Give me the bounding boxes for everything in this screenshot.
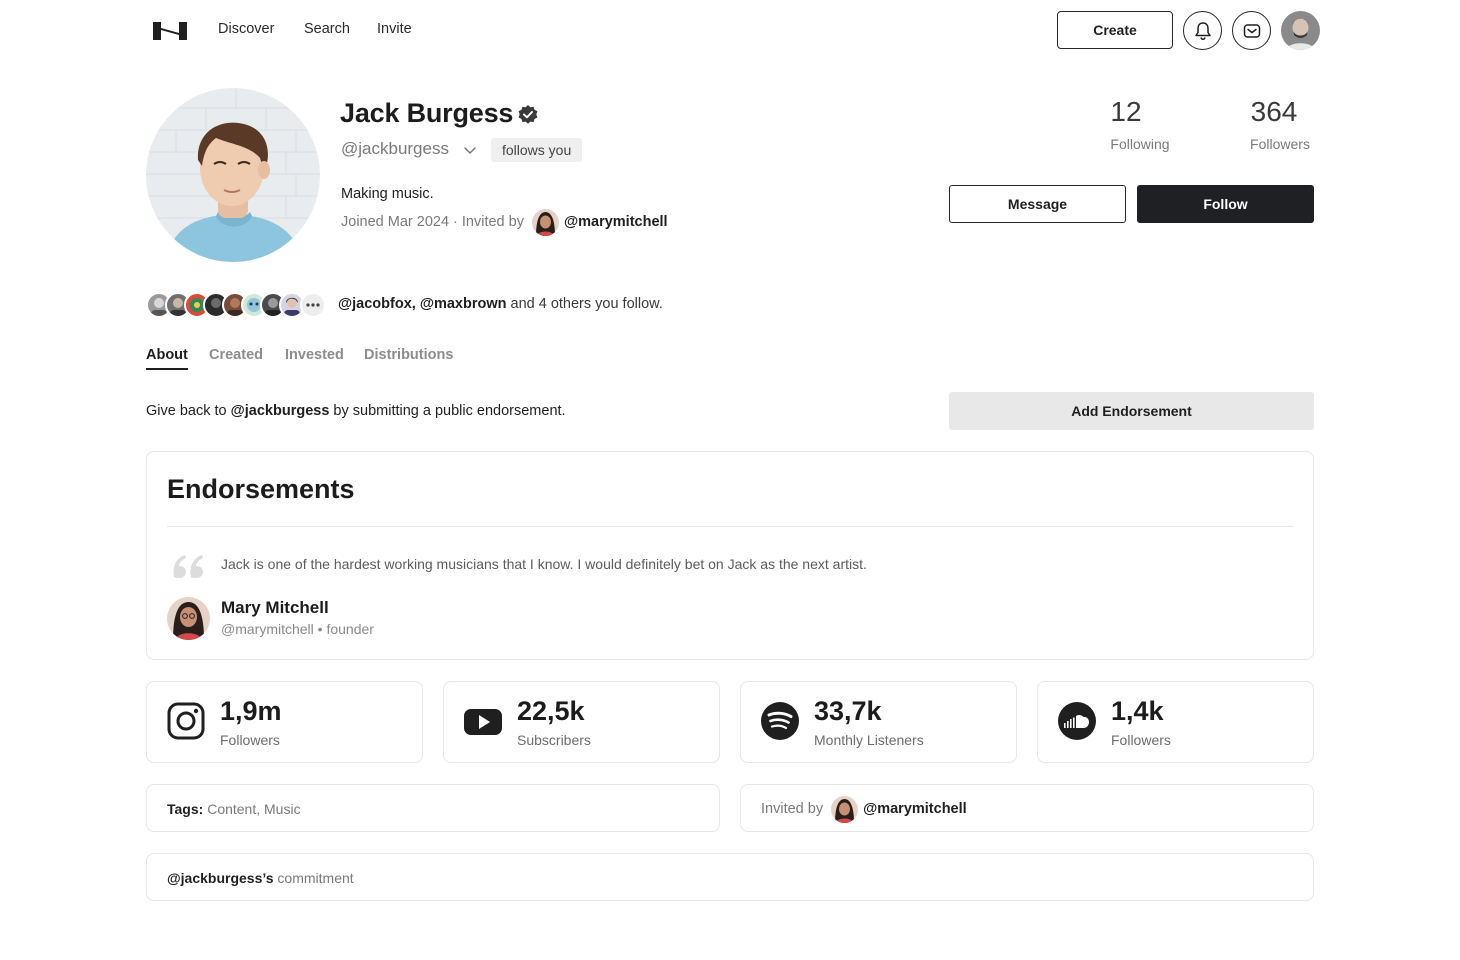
tab-distributions[interactable]: Distributions xyxy=(364,347,453,363)
follow-button[interactable]: Follow xyxy=(1137,185,1314,223)
following-label[interactable]: Following xyxy=(1098,136,1182,152)
giveback-handle[interactable]: @jackburgess xyxy=(231,403,330,419)
tab-about[interactable]: About xyxy=(146,347,188,363)
inviter-handle[interactable]: @marymitchell xyxy=(564,214,668,230)
soundcloud-stat-card[interactable]: 1,4k Followers xyxy=(1037,681,1314,763)
endorsements-title: Endorsements xyxy=(167,474,355,504)
youtube-icon xyxy=(464,709,502,735)
giveback-prefix: Give back to xyxy=(146,403,231,419)
soundcloud-icon xyxy=(1058,702,1096,740)
instagram-icon xyxy=(167,702,205,740)
create-button[interactable]: Create xyxy=(1057,11,1173,49)
youtube-stat-card[interactable]: 22,5k Subscribers xyxy=(443,681,720,763)
messages-button[interactable] xyxy=(1232,11,1271,50)
endorser-handle[interactable]: @marymitchell xyxy=(221,621,314,637)
giveback-suffix: by submitting a public endorsement. xyxy=(329,403,566,419)
endorsements-card: Endorsements Jack is one of the hardest … xyxy=(146,451,1314,660)
profile-photo xyxy=(146,88,320,262)
profile-name: Jack Burgess xyxy=(340,98,514,128)
active-tab-indicator xyxy=(146,368,188,370)
nav-invite[interactable]: Invite xyxy=(377,21,412,37)
tab-invested[interactable]: Invested xyxy=(285,347,344,363)
instagram-stat-card[interactable]: 1,9m Followers xyxy=(146,681,423,763)
follows-you-badge: follows you xyxy=(491,138,583,162)
tags-label: Tags: xyxy=(167,801,204,817)
nav-search[interactable]: Search xyxy=(304,21,350,37)
message-button[interactable]: Message xyxy=(949,185,1126,223)
endorser-avatar[interactable] xyxy=(167,597,210,640)
spotify-icon xyxy=(761,702,799,740)
top-nav: Discover Search Invite Create xyxy=(0,0,1460,62)
followers-count[interactable]: 364 xyxy=(1240,96,1308,128)
notifications-button[interactable] xyxy=(1183,11,1222,50)
endorser-role: founder xyxy=(326,621,374,637)
more-mutuals-icon xyxy=(300,292,326,318)
spotify-value: 33,7k xyxy=(814,696,882,726)
mail-icon xyxy=(1243,23,1260,38)
invited-by-row: Invited by @marymitchell xyxy=(761,795,967,823)
following-count[interactable]: 12 xyxy=(1101,96,1151,128)
commitment-label: commitment xyxy=(273,870,354,886)
divider xyxy=(167,526,1294,527)
spotify-label: Monthly Listeners xyxy=(814,732,924,748)
verified-badge-icon xyxy=(518,105,538,124)
invited-by-label: Invited by xyxy=(761,801,824,817)
spotify-stat-card[interactable]: 33,7k Monthly Listeners xyxy=(740,681,1017,763)
tags-text: Tags: Content, Music xyxy=(167,801,301,817)
tab-created[interactable]: Created xyxy=(209,347,263,363)
giveback-text: Give back to @jackburgess by submitting … xyxy=(146,403,566,419)
inviter-avatar[interactable] xyxy=(831,795,859,823)
endorser-meta: @marymitchell • founder xyxy=(221,621,374,637)
joined-info: Joined Mar 2024 · Invited by @marymitche… xyxy=(341,208,668,236)
commitment-text: @jackburgess’s commitment xyxy=(167,870,354,886)
instagram-value: 1,9m xyxy=(220,696,282,726)
invited-by-handle[interactable]: @marymitchell xyxy=(863,801,967,817)
profile-handle: @jackburgess xyxy=(341,139,449,158)
tags-card: Tags: Content, Music xyxy=(146,784,720,832)
endorser-name[interactable]: Mary Mitchell xyxy=(221,598,329,618)
user-avatar[interactable] xyxy=(1281,11,1320,50)
followers-label[interactable]: Followers xyxy=(1240,136,1320,152)
nav-discover[interactable]: Discover xyxy=(218,21,274,37)
mutual-followers-avatars[interactable] xyxy=(146,292,331,318)
soundcloud-value: 1,4k xyxy=(1111,696,1164,726)
quote-icon xyxy=(173,555,203,578)
mutual-rest: and 4 others you follow. xyxy=(506,296,663,312)
mutual-names[interactable]: @jacobfox, @maxbrown xyxy=(338,296,506,312)
add-endorsement-button[interactable]: Add Endorsement xyxy=(949,392,1314,430)
tags-values[interactable]: Content, Music xyxy=(207,801,300,817)
youtube-value: 22,5k xyxy=(517,696,585,726)
instagram-label: Followers xyxy=(220,732,280,748)
invited-by-card: Invited by @marymitchell xyxy=(740,784,1314,832)
mutual-followers-text[interactable]: @jacobfox, @maxbrown and 4 others you fo… xyxy=(338,296,663,312)
youtube-label: Subscribers xyxy=(517,732,591,748)
soundcloud-label: Followers xyxy=(1111,732,1171,748)
commitment-card[interactable]: @jackburgess’s commitment xyxy=(146,853,1314,901)
logo-icon[interactable] xyxy=(153,20,187,42)
chevron-down-icon[interactable] xyxy=(463,143,477,157)
endorsement-quote: Jack is one of the hardest working music… xyxy=(221,556,867,572)
bell-icon xyxy=(1194,21,1211,40)
joined-text: Joined Mar 2024 · Invited by xyxy=(341,214,524,230)
inviter-avatar[interactable] xyxy=(531,208,559,236)
commitment-handle: @jackburgess’s xyxy=(167,870,274,886)
profile-bio: Making music. xyxy=(341,186,434,202)
